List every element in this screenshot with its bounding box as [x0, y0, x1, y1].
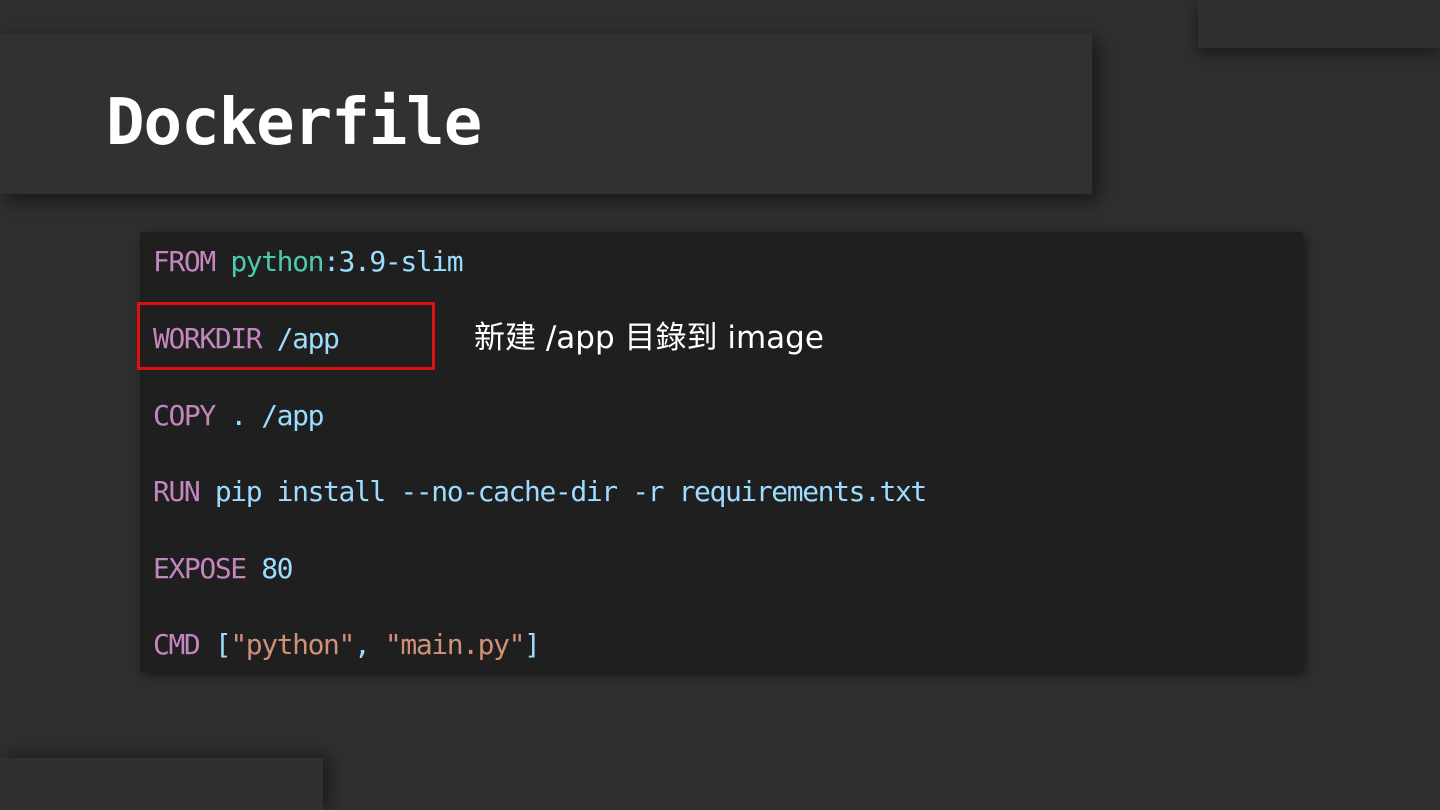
- slide-title: Dockerfile: [106, 86, 482, 160]
- code-line-expose: EXPOSE 80: [153, 551, 294, 587]
- cmd-open-bracket: [: [214, 628, 232, 661]
- code-line-copy: COPY . /app: [153, 398, 324, 434]
- cmd-string-main: "main.py": [384, 628, 526, 661]
- workdir-annotation: 新建 /app 目錄到 image: [474, 320, 824, 356]
- decorative-panel-top-right: [1198, 0, 1440, 48]
- cmd-string-python: "python": [230, 628, 355, 661]
- keyword-expose: EXPOSE: [153, 552, 247, 585]
- copy-args: . /app: [230, 399, 324, 432]
- code-line-cmd: CMD ["python", "main.py"]: [153, 627, 541, 663]
- keyword-cmd: CMD: [153, 628, 201, 661]
- code-line-from: FROM python:3.9-slim: [153, 244, 464, 280]
- keyword-from: FROM: [153, 245, 216, 278]
- cmd-close-bracket: ]: [524, 628, 541, 661]
- decorative-panel-bottom-left: [0, 758, 323, 810]
- base-image-name: python: [230, 245, 324, 278]
- keyword-copy: COPY: [153, 399, 216, 432]
- expose-port: 80: [261, 552, 293, 585]
- keyword-run: RUN: [153, 475, 201, 508]
- cmd-separator: ,: [353, 628, 385, 661]
- code-line-run: RUN pip install --no-cache-dir -r requir…: [153, 474, 927, 510]
- base-image-tag: :3.9-slim: [323, 245, 464, 278]
- workdir-highlight-box: [137, 302, 435, 370]
- run-command: pip install --no-cache-dir -r requiremen…: [214, 475, 927, 508]
- code-block: [140, 232, 1302, 672]
